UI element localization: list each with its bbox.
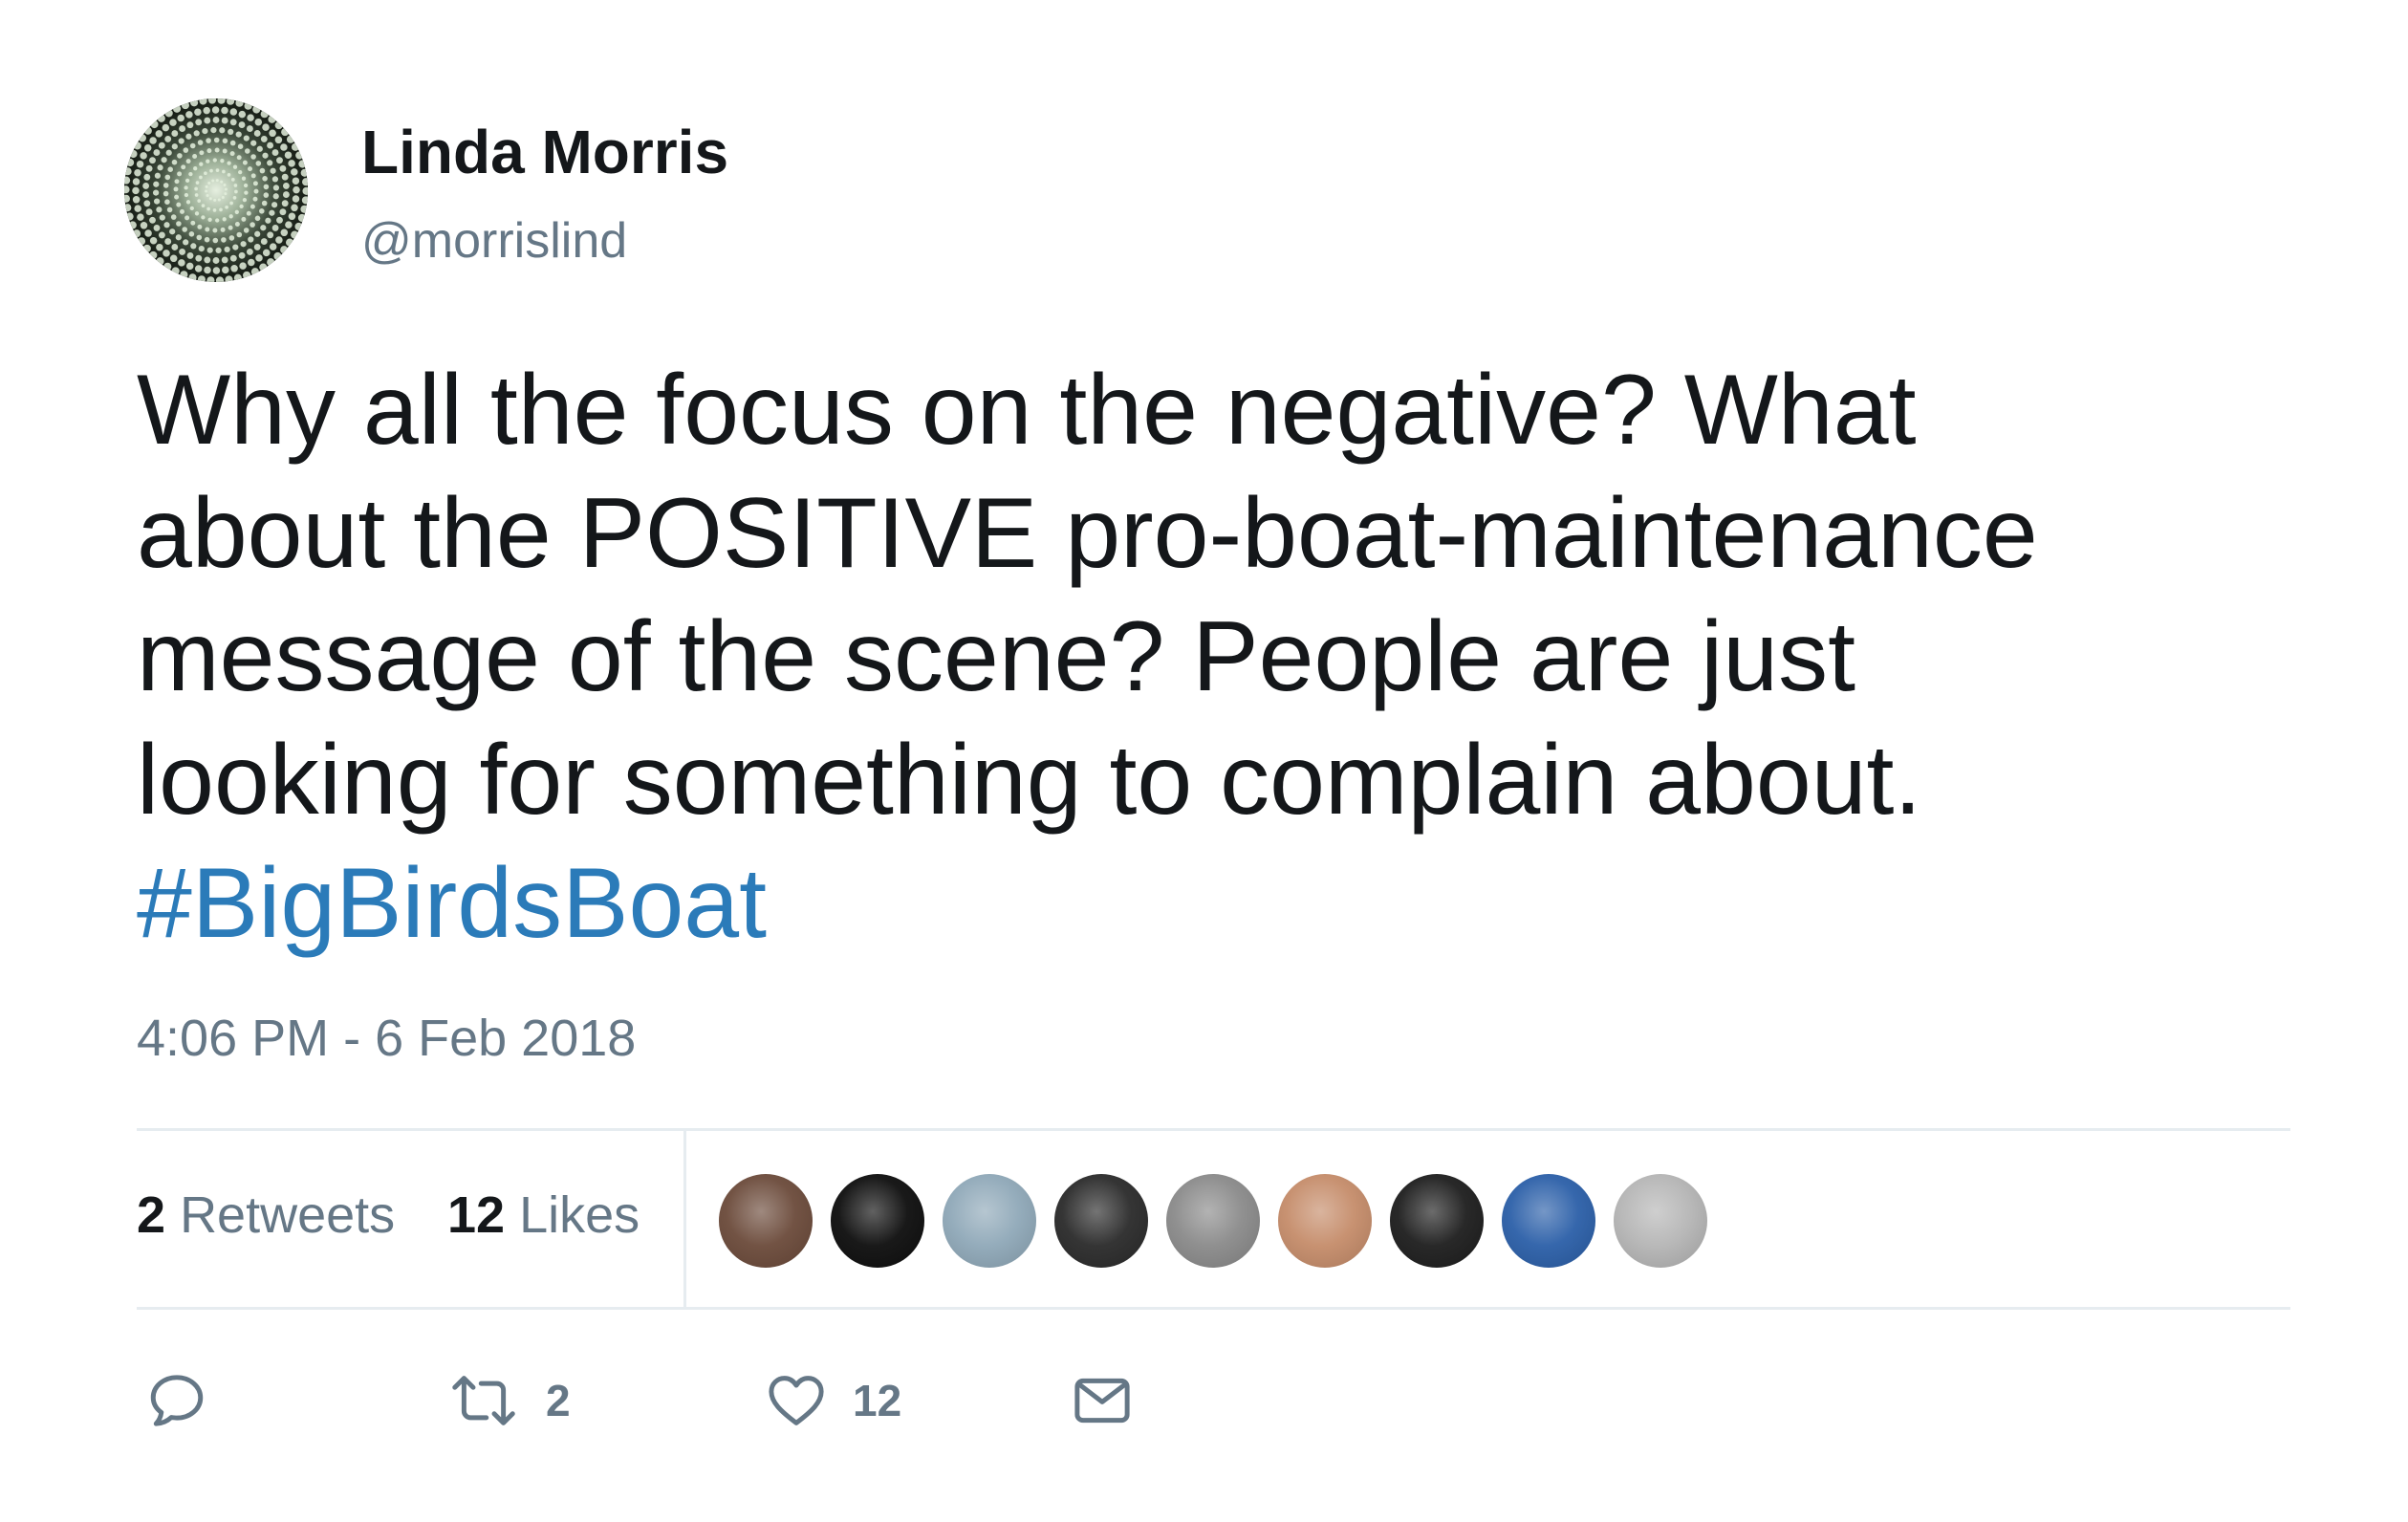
retweet-button[interactable]: 2	[446, 1369, 571, 1432]
retweets-stat[interactable]: 2 Retweets	[137, 1185, 395, 1245]
retweet-count: 2	[546, 1376, 571, 1425]
envelope-icon	[1074, 1378, 1130, 1424]
heart-icon	[769, 1376, 824, 1425]
retweets-label: Retweets	[180, 1186, 396, 1244]
like-count: 12	[853, 1376, 902, 1425]
likes-label: Likes	[519, 1186, 640, 1244]
tweet-text-line: looking for something to complain about.	[137, 725, 1922, 836]
liker-avatar[interactable]	[1278, 1174, 1372, 1268]
tweet-text: Why all the focus on the negative? What …	[137, 349, 2278, 966]
divider	[683, 1131, 686, 1307]
tweet-text-line: about the POSITIVE pro-boat-maintenance	[137, 478, 2038, 589]
likes-stat[interactable]: 12 Likes	[447, 1185, 640, 1245]
user-handle[interactable]: @morrislind	[361, 212, 627, 270]
avatar[interactable]	[124, 98, 308, 282]
reply-button[interactable]	[145, 1369, 208, 1432]
avatar-pattern-icon	[124, 98, 308, 282]
retweet-icon	[452, 1376, 515, 1425]
reply-icon	[150, 1375, 204, 1426]
direct-message-button[interactable]	[1071, 1369, 1134, 1432]
divider	[137, 1128, 2290, 1131]
tweet-card: Linda Morris @morrislind Why all the foc…	[0, 0, 2408, 1522]
tweet-timestamp[interactable]: 4:06 PM - 6 Feb 2018	[137, 1009, 636, 1068]
liker-avatar[interactable]	[831, 1174, 924, 1268]
liker-avatar[interactable]	[1390, 1174, 1484, 1268]
liker-avatar[interactable]	[719, 1174, 813, 1268]
hashtag-link[interactable]: #BigBirdsBoat	[137, 842, 2278, 966]
display-name[interactable]: Linda Morris	[361, 117, 728, 187]
tweet-text-line: Why all the focus on the negative? What	[137, 355, 1917, 466]
liker-avatar[interactable]	[1502, 1174, 1595, 1268]
liker-avatar[interactable]	[1166, 1174, 1260, 1268]
divider	[137, 1307, 2290, 1310]
liker-avatar[interactable]	[943, 1174, 1036, 1268]
liker-avatar[interactable]	[1614, 1174, 1707, 1268]
likes-count: 12	[447, 1186, 506, 1244]
tweet-text-line: message of the scene? People are just	[137, 601, 1856, 712]
retweets-count: 2	[137, 1186, 166, 1244]
liker-avatar[interactable]	[1054, 1174, 1148, 1268]
like-button[interactable]: 12	[765, 1369, 901, 1432]
